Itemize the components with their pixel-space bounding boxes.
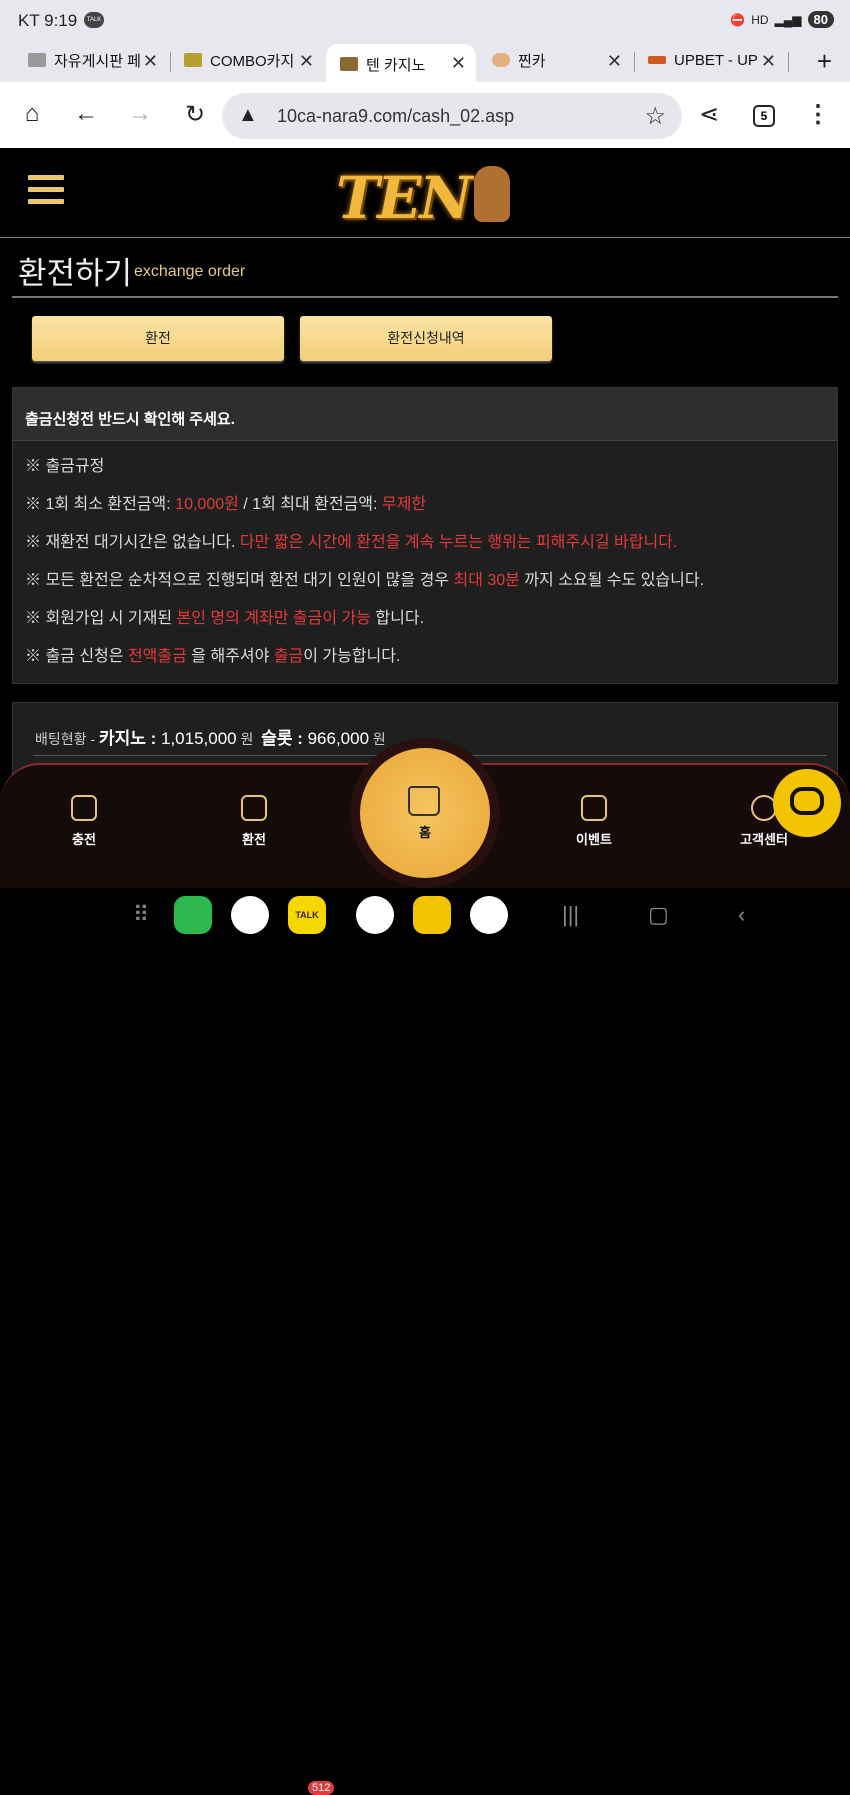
- page-subtitle: exchange order: [134, 263, 246, 280]
- url-text[interactable]: 10ca-nara9.com/cash_02.asp: [277, 106, 514, 127]
- home-button-icon[interactable]: ▢: [648, 902, 669, 928]
- chat-bubble-icon: [790, 787, 824, 815]
- address-bar-row: ⌂ ← → ↻ ▲ 10ca-nara9.com/cash_02.asp ☆ ⋖…: [0, 82, 850, 148]
- phone-app-icon[interactable]: [174, 896, 212, 934]
- tab-switcher-button[interactable]: 5: [753, 105, 775, 127]
- tab-divider: [788, 52, 789, 72]
- nav-event[interactable]: 이벤트: [554, 795, 634, 848]
- alarm-app-icon[interactable]: [470, 896, 508, 934]
- url-field[interactable]: ▲ 10ca-nara9.com/cash_02.asp ☆: [222, 93, 682, 139]
- exchange-button[interactable]: 환전: [32, 316, 284, 361]
- hamburger-menu-icon[interactable]: [28, 175, 64, 207]
- close-icon[interactable]: ✕: [299, 51, 314, 72]
- kakao-chat-button[interactable]: [773, 769, 841, 837]
- notification-badge: 512: [308, 1781, 335, 1795]
- nav-exchange[interactable]: 환전: [214, 795, 294, 848]
- back-button-icon[interactable]: ‹: [738, 902, 745, 928]
- notice-heading: 출금신청전 반드시 확인해 주세요.: [13, 388, 837, 441]
- notice-line-wait: ※ 재환전 대기시간은 없습니다. 다만 짧은 시간에 환전을 계속 누르는 행…: [25, 534, 678, 551]
- carrier-time: KT 9:19: [18, 11, 78, 30]
- kakaotalk-app-icon[interactable]: TALK: [288, 896, 326, 934]
- notice-line-order: ※ 모든 환전은 순차적으로 진행되며 환전 대기 인원이 많을 경우 최대 3…: [25, 572, 705, 589]
- page-title-row: 환전하기 exchange order: [12, 240, 838, 298]
- exchange-icon: [241, 795, 267, 821]
- tab-label: UPBET - UP: [674, 51, 758, 69]
- tab-label: COMBO카지: [210, 52, 295, 70]
- tab-label: 찐카: [518, 52, 546, 70]
- notice-line-limits: ※ 1회 최소 환전금액: 10,000원 / 1회 최대 환전금액: 무제한: [25, 496, 427, 513]
- nav-home[interactable]: 홈: [360, 748, 490, 878]
- tab-divider: [170, 52, 171, 72]
- tab-ten-casino[interactable]: 텐 카지노 ✕: [326, 44, 476, 84]
- battery-icon: 80: [807, 11, 834, 28]
- site-favicon-icon: [340, 57, 358, 71]
- browser-tab-strip: 자유게시판 페 ✕ COMBO카지 ✕ 텐 카지노 ✕ 찐카 ✕ UPBET -…: [0, 42, 850, 84]
- exchange-history-button[interactable]: 환전신청내역: [300, 316, 552, 361]
- tab-free-board[interactable]: 자유게시판 페 ✕: [28, 42, 158, 78]
- betting-status-row: 배팅현황 - 카지노 : 1,015,000 원 슬롯 : 966,000 원: [35, 729, 386, 748]
- site-logo[interactable]: TEN: [336, 160, 512, 232]
- app-drawer-icon[interactable]: ⠿: [133, 902, 149, 928]
- telegram-app-icon[interactable]: [231, 896, 269, 934]
- status-icons: ⛔ HD ▂▄▆ 80: [730, 11, 834, 28]
- close-icon[interactable]: ✕: [143, 51, 158, 72]
- kakaotalk-notification-icon: TALK: [84, 12, 104, 28]
- nav-deposit[interactable]: 충전: [44, 795, 124, 848]
- site-favicon-icon: [648, 56, 666, 64]
- recent-apps-icon[interactable]: |||: [562, 902, 579, 928]
- tab-combo-casino[interactable]: COMBO카지 ✕: [184, 42, 314, 78]
- tab-jjinka[interactable]: 찐카 ✕: [492, 42, 622, 78]
- status-bar: KT 9:19 TALK ⛔ HD ▂▄▆ 80: [0, 0, 850, 42]
- tab-upbet[interactable]: UPBET - UP ✕: [648, 42, 776, 78]
- reload-icon[interactable]: ↻: [180, 100, 210, 129]
- more-menu-icon[interactable]: ⋮: [803, 100, 833, 129]
- thumbs-up-favicon-icon: [492, 53, 510, 67]
- dnd-icon: ⛔: [730, 12, 746, 27]
- close-icon[interactable]: ✕: [607, 51, 622, 72]
- chrome-app-icon[interactable]: [356, 896, 394, 934]
- withdrawal-notice: 출금신청전 반드시 확인해 주세요. ※ 출금규정 ※ 1회 최소 환전금액: …: [12, 387, 838, 684]
- bookmark-star-icon[interactable]: ☆: [644, 102, 666, 131]
- notice-line-full-withdrawal: ※ 출금 신청은 전액출금 을 해주셔야 출금이 가능합니다.: [25, 648, 401, 665]
- signal-icon: ▂▄▆: [774, 12, 802, 27]
- android-dock: ⠿ TALK 512 ||| ▢ ‹: [0, 888, 850, 1795]
- share-icon[interactable]: ⋖: [694, 100, 724, 129]
- tab-label: 자유게시판 페: [54, 52, 141, 70]
- notice-line-rules: ※ 출금규정: [25, 458, 105, 475]
- notice-line-account: ※ 회원가입 시 기재된 본인 명의 계좌만 출금이 가능 합니다.: [25, 610, 425, 627]
- b-app-icon[interactable]: [413, 896, 451, 934]
- new-tab-icon[interactable]: +: [817, 46, 832, 77]
- deposit-icon: [71, 795, 97, 821]
- home-icon[interactable]: ⌂: [17, 100, 47, 128]
- site-favicon-icon: [184, 53, 202, 67]
- site-header: TEN: [0, 148, 850, 238]
- tab-label: 텐 카지노: [366, 56, 426, 74]
- gift-icon: [581, 795, 607, 821]
- back-arrow-icon[interactable]: ←: [71, 100, 101, 128]
- logo-text: TEN: [336, 164, 472, 232]
- close-icon[interactable]: ✕: [761, 51, 776, 72]
- page-title: 환전하기: [18, 256, 133, 291]
- bear-mascot-icon: [474, 166, 510, 222]
- home-heart-icon: [408, 786, 440, 816]
- site-favicon-icon: [28, 53, 46, 67]
- tab-divider: [634, 52, 635, 72]
- not-secure-warning-icon[interactable]: ▲: [238, 104, 258, 127]
- forward-arrow-icon[interactable]: →: [125, 100, 155, 128]
- close-icon[interactable]: ✕: [451, 53, 466, 74]
- hd-icon: HD: [751, 12, 769, 27]
